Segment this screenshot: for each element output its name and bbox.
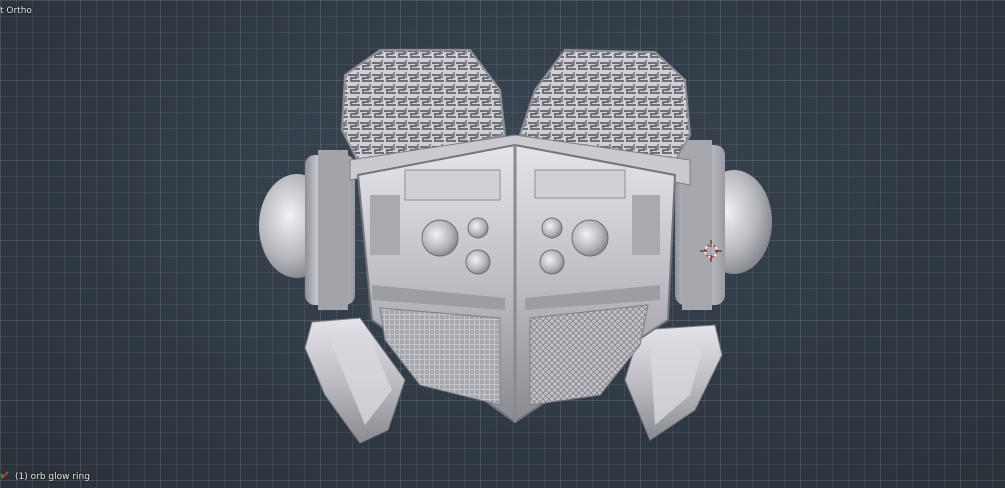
axis-icon [1,471,9,479]
left-ear-bulb [259,150,355,310]
active-object-label: (1) orb glow ring [15,472,90,482]
3d-viewport[interactable]: t Ortho (1) orb glow ring [0,0,1005,488]
view-name-label: t Ortho [0,6,32,16]
helmet-model[interactable] [0,0,1005,488]
